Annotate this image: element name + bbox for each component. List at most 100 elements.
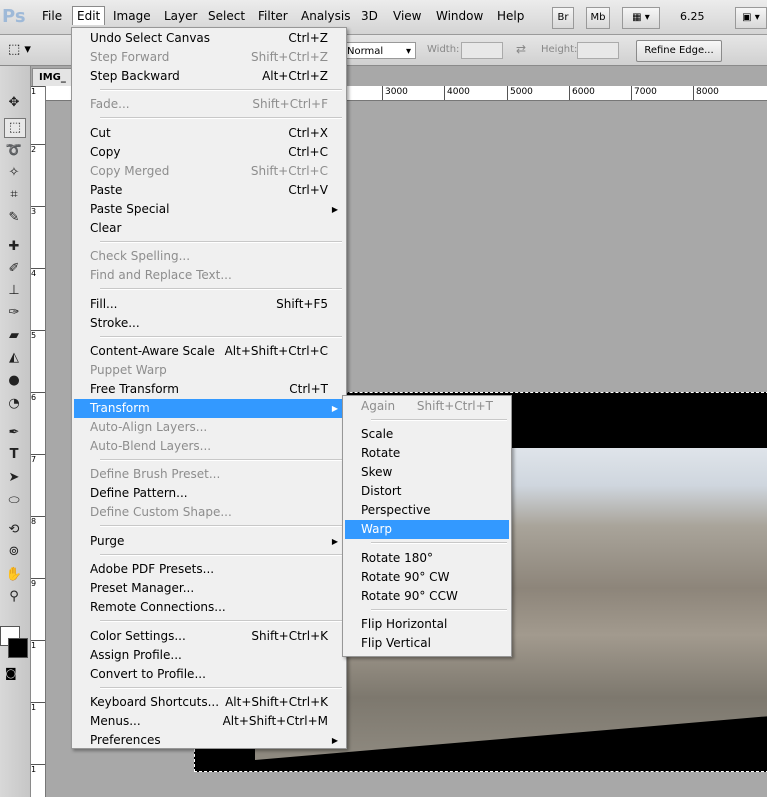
menu-image[interactable]: Image: [113, 9, 151, 23]
blur-tool-icon[interactable]: ●: [4, 372, 24, 390]
ruler-tick: 1: [31, 86, 45, 96]
edit-menu-item-free-transform[interactable]: Free Transform Ctrl+T: [74, 380, 344, 399]
edit-menu-item-assign-profile[interactable]: Assign Profile...: [74, 646, 344, 665]
edit-menu-item-preset-manager[interactable]: Preset Manager...: [74, 579, 344, 598]
menu-separator: [100, 335, 342, 338]
edit-menu: Undo Select Canvas Ctrl+Z Step Forward Shif…: [71, 27, 347, 749]
edit-menu-item-preferences[interactable]: Preferences ▶: [74, 731, 344, 750]
marquee-tool-icon[interactable]: ⬚: [4, 118, 26, 138]
submenu-arrow-icon: ▶: [331, 404, 338, 413]
menu-item-label: Flip Vertical: [361, 636, 431, 651]
3d-orbit-tool-icon[interactable]: ⊚: [4, 543, 24, 561]
zoom-level[interactable]: 6.25: [680, 10, 705, 23]
brush-tool-icon[interactable]: ✐: [4, 260, 24, 278]
submenu-arrow-icon: ▶: [331, 536, 338, 546]
transform-menu-item-rotate-90-cw[interactable]: Rotate 90° CW: [345, 568, 509, 587]
history-brush-tool-icon[interactable]: ✑: [4, 304, 24, 322]
menu-item-shortcut: Shift+Ctrl+Z: [251, 50, 328, 64]
transform-menu-item-distort[interactable]: Distort: [345, 482, 509, 501]
healing-tool-icon[interactable]: ✚: [4, 238, 24, 256]
transform-menu-item-flip-horizontal[interactable]: Flip Horizontal: [345, 615, 509, 634]
transform-menu-item-scale[interactable]: Scale: [345, 425, 509, 444]
menu-help[interactable]: Help: [497, 9, 524, 23]
menu-view[interactable]: View: [393, 9, 421, 23]
edit-menu-item-copy[interactable]: Copy Ctrl+C: [74, 143, 344, 162]
edit-menu-item-paste-special[interactable]: Paste Special ▶: [74, 200, 344, 219]
menu-item-shortcut: Shift+F5: [276, 296, 328, 311]
menu-item-label: Free Transform: [90, 382, 179, 396]
marquee-preset-icon[interactable]: ⬚ ▾: [8, 42, 31, 57]
transform-menu-item-flip-vertical[interactable]: Flip Vertical: [345, 634, 509, 653]
edit-menu-item-fill[interactable]: Fill... Shift+F5: [74, 295, 344, 314]
transform-menu-item-rotate[interactable]: Rotate: [345, 444, 509, 463]
menu-analysis[interactable]: Analysis: [301, 9, 350, 23]
quick-select-tool-icon[interactable]: ✧: [4, 164, 24, 182]
paint-bucket-tool-icon[interactable]: ◭: [4, 349, 24, 367]
edit-menu-item-clear[interactable]: Clear: [74, 219, 344, 238]
edit-menu-item-undo-select-canvas[interactable]: Undo Select Canvas Ctrl+Z: [74, 29, 344, 48]
ruler-tick: 7000: [631, 86, 657, 100]
height-field[interactable]: [577, 42, 619, 59]
edit-menu-item-color-settings[interactable]: Color Settings... Shift+Ctrl+K: [74, 627, 344, 646]
bridge-button[interactable]: Br: [552, 7, 574, 29]
edit-menu-item-stroke[interactable]: Stroke...: [74, 314, 344, 333]
width-field[interactable]: [461, 42, 503, 59]
mini-bridge-button[interactable]: Mb: [586, 7, 610, 29]
view-extras-button[interactable]: ▦ ▾: [622, 7, 660, 29]
3d-rotate-tool-icon[interactable]: ⟲: [4, 521, 24, 539]
quick-mask-icon[interactable]: ◙: [5, 666, 17, 680]
menu-item-label: Transform: [90, 401, 150, 415]
ruler-tick: 7: [31, 454, 45, 464]
transform-menu-item-skew[interactable]: Skew: [345, 463, 509, 482]
edit-menu-item-adobe-pdf-presets[interactable]: Adobe PDF Presets...: [74, 560, 344, 579]
edit-menu-item-define-brush-preset: Define Brush Preset...: [74, 465, 344, 484]
foreground-color-swatch[interactable]: [8, 638, 28, 658]
type-tool-icon[interactable]: T: [4, 446, 24, 464]
crop-tool-icon[interactable]: ⌗: [4, 186, 24, 204]
dodge-tool-icon[interactable]: ◔: [4, 395, 24, 413]
menu-separator: [100, 686, 342, 689]
transform-menu-item-warp[interactable]: Warp: [345, 520, 509, 540]
menu-edit[interactable]: Edit: [72, 6, 106, 25]
menu-3d[interactable]: 3D: [361, 9, 378, 23]
edit-menu-item-paste[interactable]: Paste Ctrl+V: [74, 181, 344, 200]
menu-item-label: Clear: [90, 220, 122, 235]
transform-menu-item-perspective[interactable]: Perspective: [345, 501, 509, 520]
menu-layer[interactable]: Layer: [164, 9, 197, 23]
menu-window[interactable]: Window: [436, 9, 483, 23]
transform-menu-item-rotate-180[interactable]: Rotate 180°: [345, 549, 509, 568]
path-select-tool-icon[interactable]: ➤: [4, 469, 24, 487]
menu-select[interactable]: Select: [208, 9, 245, 23]
arrange-documents-button[interactable]: ▣ ▾: [735, 7, 767, 29]
menu-filter[interactable]: Filter: [258, 9, 288, 23]
edit-menu-item-content-aware-scale[interactable]: Content-Aware Scale Alt+Shift+Ctrl+C: [74, 342, 344, 361]
hand-tool-icon[interactable]: ✋: [4, 566, 24, 584]
edit-menu-item-cut[interactable]: Cut Ctrl+X: [74, 124, 344, 143]
edit-menu-item-check-spelling: Check Spelling...: [74, 247, 344, 266]
edit-menu-item-menus[interactable]: Menus... Alt+Shift+Ctrl+M: [74, 712, 344, 731]
zoom-tool-icon[interactable]: ⚲: [4, 588, 24, 606]
edit-menu-item-keyboard-shortcuts[interactable]: Keyboard Shortcuts... Alt+Shift+Ctrl+K: [74, 693, 344, 712]
style-select[interactable]: Normal ▾: [344, 42, 416, 59]
menu-file[interactable]: File: [42, 9, 62, 23]
edit-menu-item-define-pattern[interactable]: Define Pattern...: [74, 484, 344, 503]
eraser-tool-icon[interactable]: ▰: [4, 327, 24, 345]
edit-menu-item-convert-to-profile[interactable]: Convert to Profile...: [74, 665, 344, 684]
menu-item-shortcut: Alt+Shift+Ctrl+K: [225, 695, 328, 709]
edit-menu-item-purge[interactable]: Purge ▶: [74, 532, 344, 551]
menu-item-label: Find and Replace Text...: [90, 268, 232, 283]
edit-menu-item-step-forward: Step Forward Shift+Ctrl+Z: [74, 48, 344, 67]
menu-item-label: Copy Merged: [90, 163, 170, 178]
pen-tool-icon[interactable]: ✒: [4, 424, 24, 442]
eyedropper-tool-icon[interactable]: ✎: [4, 209, 24, 227]
edit-menu-item-remote-connections[interactable]: Remote Connections...: [74, 598, 344, 617]
move-tool-icon[interactable]: ✥: [4, 94, 24, 112]
swap-icon[interactable]: ⇄: [516, 42, 526, 56]
refine-edge-button[interactable]: Refine Edge...: [636, 40, 722, 62]
transform-menu-item-rotate-90-ccw[interactable]: Rotate 90° CCW: [345, 587, 509, 606]
shape-tool-icon[interactable]: ⬭: [4, 492, 24, 510]
stamp-tool-icon[interactable]: ⊥: [4, 282, 24, 300]
lasso-tool-icon[interactable]: ➰: [4, 142, 24, 160]
edit-menu-item-transform[interactable]: Transform ▶: [74, 399, 344, 418]
edit-menu-item-step-backward[interactable]: Step Backward Alt+Ctrl+Z: [74, 67, 344, 86]
